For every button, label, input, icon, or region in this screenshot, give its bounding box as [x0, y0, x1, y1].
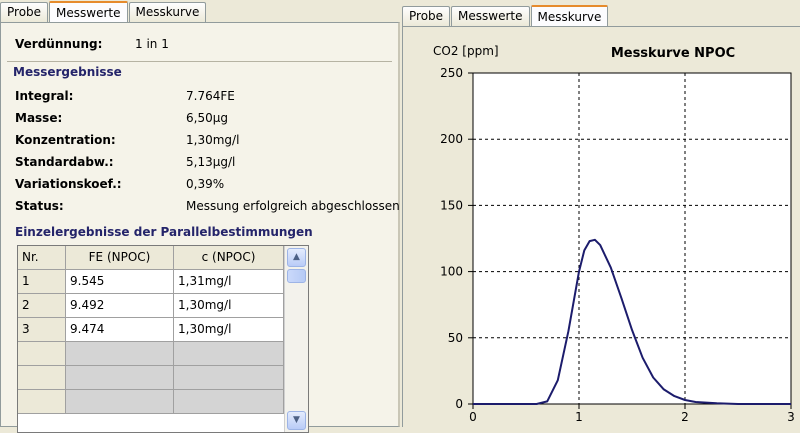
y-tick-label: 250 [440, 66, 463, 80]
y-tick-label: 150 [440, 198, 463, 212]
left-tab-messwerte[interactable]: Messwerte [49, 1, 128, 23]
x-tick-label: 2 [681, 410, 689, 424]
left-tab-probe[interactable]: Probe [0, 2, 49, 22]
result-value: 0,39% [186, 177, 225, 191]
result-label: Masse: [15, 111, 63, 125]
table-row[interactable] [18, 342, 308, 366]
table-cell[interactable] [66, 390, 174, 414]
x-tick-label: 1 [575, 410, 583, 424]
single-results-table[interactable]: Nr. FE (NPOC) c (NPOC) 1 9.545 1,31mg/l 2 9.492… [17, 245, 309, 433]
table-cell[interactable] [174, 342, 284, 366]
single-results-title: Einzelergebnisse der Parallelbestimmunge… [15, 225, 313, 239]
right-tab-probe[interactable]: Probe [402, 6, 451, 26]
column-header: FE (NPOC) [66, 246, 174, 270]
table-cell[interactable]: 9.545 [66, 270, 174, 294]
result-label: Integral: [15, 89, 74, 103]
table-cell[interactable] [66, 342, 174, 366]
right-tab-messkurve[interactable]: Messkurve [530, 5, 609, 27]
column-header: Nr. [18, 246, 66, 270]
table-cell[interactable] [18, 366, 66, 390]
table-cell[interactable]: 2 [18, 294, 66, 318]
table-row[interactable]: 1 9.545 1,31mg/l [18, 270, 308, 294]
table-header: Nr. FE (NPOC) c (NPOC) [18, 246, 308, 270]
y-axis-label: CO2 [ppm] [433, 44, 499, 58]
dilution-value: 1 in 1 [135, 37, 169, 51]
y-tick-label: 200 [440, 132, 463, 146]
result-value: 1,30mg/l [186, 133, 240, 147]
table-row[interactable] [18, 366, 308, 390]
messkurve-panel: CO2 [ppm] Messkurve NPOC 0 50 100 150 200 250… [402, 26, 800, 427]
table-cell[interactable]: 1,30mg/l [174, 294, 284, 318]
result-label: Standardabw.: [15, 155, 114, 169]
table-cell[interactable] [66, 366, 174, 390]
table-cell[interactable] [18, 390, 66, 414]
right-tab-bar: Probe Messwerte Messkurve [402, 4, 800, 27]
table-row[interactable]: 2 9.492 1,30mg/l [18, 294, 308, 318]
dilution-label: Verdünnung: [15, 37, 103, 51]
scroll-down-icon[interactable]: ▼ [287, 411, 306, 430]
x-tick-label: 0 [469, 410, 477, 424]
table-cell[interactable]: 9.474 [66, 318, 174, 342]
result-value: Messung erfolgreich abgeschlossen [186, 199, 400, 213]
left-tab-bar: Probe Messwerte Messkurve [0, 0, 400, 23]
table-cell[interactable]: 1,31mg/l [174, 270, 284, 294]
result-value: 5,13µg/l [186, 155, 236, 169]
table-row[interactable] [18, 390, 308, 414]
result-value: 7.764FE [186, 89, 235, 103]
messwerte-panel: Verdünnung: 1 in 1 Messergebnisse Integr… [0, 22, 400, 433]
y-tick-label: 100 [440, 265, 463, 279]
scroll-thumb[interactable] [287, 269, 306, 283]
table-cell[interactable]: 1 [18, 270, 66, 294]
x-tick-label: 3 [787, 410, 795, 424]
chart-title: Messkurve NPOC [611, 46, 735, 61]
result-value: 6,50µg [186, 111, 228, 125]
result-label: Konzentration: [15, 133, 116, 147]
table-cell[interactable] [18, 342, 66, 366]
scroll-up-icon[interactable]: ▲ [287, 248, 306, 267]
table-cell[interactable] [174, 390, 284, 414]
y-tick-label: 50 [448, 331, 463, 345]
column-header: c (NPOC) [174, 246, 284, 270]
measurement-chart: CO2 [ppm] Messkurve NPOC 0 50 100 150 200 250… [433, 44, 795, 424]
table-cell[interactable]: 1,30mg/l [174, 318, 284, 342]
results-title: Messergebnisse [13, 65, 122, 79]
left-tab-messkurve[interactable]: Messkurve [128, 2, 207, 22]
y-tick-label: 0 [455, 397, 463, 411]
result-label: Variationskoef.: [15, 177, 122, 191]
table-row[interactable]: 3 9.474 1,30mg/l [18, 318, 308, 342]
table-scrollbar[interactable]: ▲ ▼ [284, 246, 308, 432]
table-cell[interactable]: 3 [18, 318, 66, 342]
plot-area [472, 72, 792, 405]
right-tab-messwerte[interactable]: Messwerte [451, 6, 530, 26]
result-label: Status: [15, 199, 64, 213]
table-cell[interactable]: 9.492 [66, 294, 174, 318]
table-cell[interactable] [174, 366, 284, 390]
